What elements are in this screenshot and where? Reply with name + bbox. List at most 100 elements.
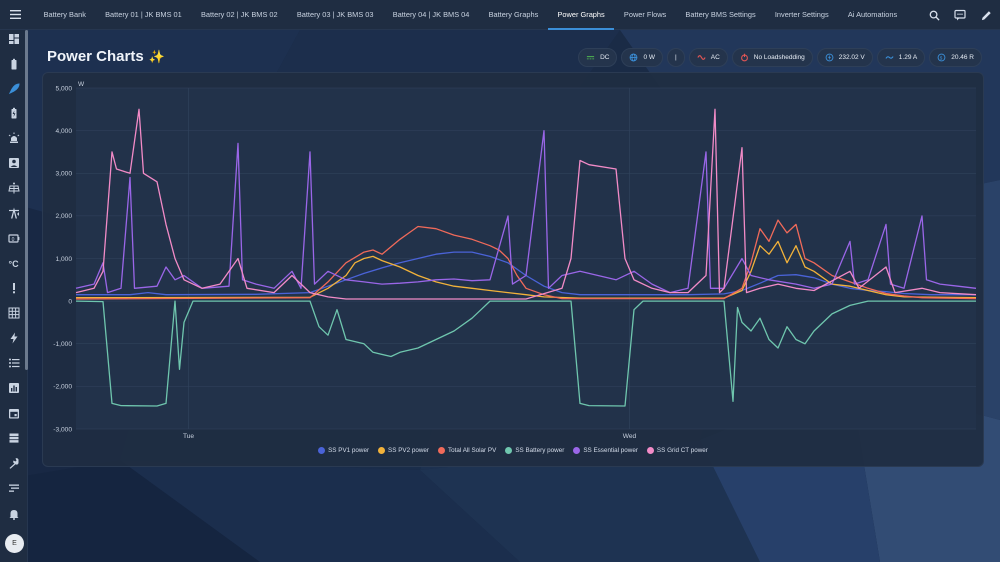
sidebar-item-rocket[interactable]: [6, 81, 22, 97]
rocket-icon: [8, 83, 20, 95]
edit-icon: [981, 10, 991, 20]
sidebar-item-temperature[interactable]: °C: [6, 255, 22, 271]
sidebar-item-chart[interactable]: [6, 380, 22, 396]
power-chart[interactable]: 5,000 4,000 3,000 2,000 1,000 0 -1,000 -2,000 -3…: [43, 73, 985, 468]
legend-label: SS Grid CT power: [656, 447, 708, 454]
sidebar-item-server[interactable]: [6, 430, 22, 446]
globe-icon: [629, 53, 638, 62]
transmission-tower-icon: [9, 207, 19, 219]
status-badge-label: 20.46 R: [951, 54, 974, 61]
list-icon: [9, 358, 20, 368]
legend-item[interactable]: SS PV1 power: [318, 447, 369, 454]
status-badge-currency[interactable]: $20.46 R: [929, 48, 982, 67]
ac-icon: [697, 53, 706, 62]
y-tick-label: 0: [68, 298, 72, 305]
status-badge-label: 1.29 A: [898, 54, 918, 61]
sidebar-item-battery-capacity[interactable]: 0: [6, 230, 22, 246]
edit-dashboard-button[interactable]: [980, 9, 992, 21]
sidebar-item-dashboard[interactable]: [6, 31, 22, 47]
tab-inverter-settings[interactable]: Inverter Settings: [765, 0, 838, 30]
battery-charging-icon: [11, 107, 17, 119]
temperature-icon: °C: [9, 259, 20, 269]
search-button[interactable]: [928, 9, 940, 21]
status-badge-label: AC: [710, 54, 720, 61]
sidebar-item-account-box[interactable]: [6, 155, 22, 171]
legend-label: SS Essential power: [583, 447, 638, 454]
tab-battery-bank[interactable]: Battery Bank: [34, 0, 96, 30]
status-badge-label: 232.02 V: [838, 54, 865, 61]
sidebar-item-calendar[interactable]: [6, 405, 22, 421]
sidebar-item-alarm-light[interactable]: [6, 130, 22, 146]
sidebar-item-lightning[interactable]: [6, 330, 22, 346]
sidebar-item-solar-panel[interactable]: [6, 180, 22, 196]
legend-dot: [646, 447, 654, 454]
y-tick-label: 4,000: [55, 128, 72, 135]
chart-icon: [9, 383, 19, 393]
legend-dot: [438, 447, 445, 454]
chart-legend: SS PV1 power SS PV2 power Total All Solar …: [43, 447, 983, 454]
sidebar-item-battery[interactable]: [6, 56, 22, 72]
tab-battery-01-jk-bms-01[interactable]: Battery 01 | JK BMS 01: [96, 0, 192, 30]
voltage-icon: [825, 53, 834, 62]
legend-label: SS PV1 power: [328, 447, 370, 454]
y-tick-label: 3,000: [55, 171, 72, 178]
status-badge-power-plug[interactable]: No Loadshedding: [731, 48, 813, 67]
legend-item[interactable]: Total All Solar PV: [438, 447, 496, 454]
svg-text:°C: °C: [9, 259, 20, 269]
x-tick-label: Tue: [183, 433, 194, 440]
avatar[interactable]: E: [5, 534, 24, 553]
tab-ai-automations[interactable]: Ai Automations: [838, 0, 907, 30]
solar-panel-icon: [8, 182, 20, 194]
status-badge-dc[interactable]: DC: [578, 48, 618, 67]
status-badge-label: |: [675, 54, 677, 61]
sidebar-item-list[interactable]: [6, 355, 22, 371]
dashboard-icon: [9, 34, 19, 44]
account-box-icon: [9, 158, 19, 168]
legend-item[interactable]: SS Grid CT power: [646, 447, 708, 454]
status-badge-current[interactable]: 1.29 A: [876, 48, 926, 67]
tab-battery-graphs[interactable]: Battery Graphs: [479, 0, 548, 30]
y-unit-label: W: [78, 81, 85, 88]
assist-button[interactable]: [954, 9, 966, 21]
sidebar-item-bell[interactable]: [6, 506, 22, 522]
status-badge-voltage[interactable]: 232.02 V: [816, 48, 873, 67]
legend-item[interactable]: SS Battery power: [505, 447, 564, 454]
status-badges: DC 0 W | AC No Loadshedding 232.02 V 1.29 A $20…: [578, 48, 982, 67]
status-badge-label: DC: [600, 54, 610, 61]
y-tick-label: -3,000: [53, 426, 72, 433]
sidebar-item-wrench[interactable]: [6, 455, 22, 471]
tab-battery-bms-settings[interactable]: Battery BMS Settings: [676, 0, 765, 30]
sidebar-item-settings-list[interactable]: [6, 480, 22, 496]
sidebar-item-transmission-tower[interactable]: [6, 205, 22, 221]
server-icon: [9, 433, 19, 443]
top-app-bar: Battery Bank Battery 01 | JK BMS 01 Batter…: [0, 0, 1000, 30]
tab-battery-04-jk-bms-04[interactable]: Battery 04 | JK BMS 04: [383, 0, 479, 30]
alarm-light-icon: [8, 132, 20, 143]
tab-battery-03-jk-bms-03[interactable]: Battery 03 | JK BMS 03: [287, 0, 383, 30]
tab-power-flows[interactable]: Power Flows: [614, 0, 676, 30]
legend-dot: [378, 447, 386, 454]
sidebar-scrollbar[interactable]: [25, 30, 28, 370]
x-tick-label: Wed: [623, 433, 637, 440]
sidebar-item-alert[interactable]: [6, 280, 22, 296]
search-icon: [929, 10, 940, 21]
tab-battery-02-jk-bms-02[interactable]: Battery 02 | JK BMS 02: [191, 0, 287, 30]
status-badge-label: 0 W: [643, 54, 656, 61]
power-chart-card: 5,000 4,000 3,000 2,000 1,000 0 -1,000 -2,000 -3…: [42, 72, 984, 467]
y-tick-label: 2,000: [55, 213, 72, 220]
sidebar-item-grid[interactable]: [6, 305, 22, 321]
legend-label: Total All Solar PV: [448, 447, 497, 454]
status-badge-globe[interactable]: 0 W: [621, 48, 664, 67]
legend-item[interactable]: SS PV2 power: [378, 447, 429, 454]
menu-button[interactable]: [0, 0, 30, 30]
y-tick-label: 5,000: [55, 85, 72, 92]
legend-dot: [318, 447, 326, 454]
legend-item[interactable]: SS Essential power: [573, 447, 638, 454]
status-badge-ac[interactable]: AC: [688, 48, 728, 67]
sidebar-item-battery-charging[interactable]: [6, 105, 22, 121]
tab-power-graphs[interactable]: Power Graphs: [547, 0, 615, 30]
sidebar: E 0 °C: [0, 30, 28, 562]
status-badge-divider[interactable]: |: [667, 48, 685, 67]
y-tick-label: 1,000: [55, 256, 72, 263]
calendar-icon: [9, 409, 19, 419]
